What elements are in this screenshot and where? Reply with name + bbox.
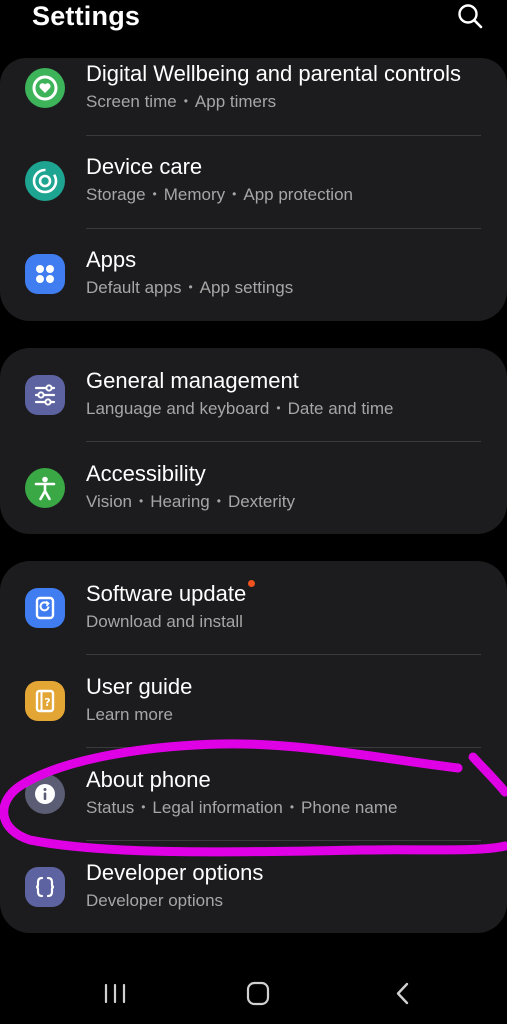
accessibility-icon: [25, 468, 65, 508]
settings-item-device-care[interactable]: Device care Storage • Memory • App protectio…: [0, 134, 507, 227]
digital-wellbeing-icon: [25, 68, 65, 108]
user-guide-icon: ?: [25, 681, 65, 721]
device-care-icon: [25, 161, 65, 201]
item-title: Accessibility: [86, 461, 206, 486]
search-icon[interactable]: [456, 2, 484, 30]
home-icon[interactable]: [236, 974, 280, 1014]
software-update-icon: [25, 588, 65, 628]
header: Settings: [0, 0, 507, 40]
update-badge: [248, 580, 256, 587]
item-subtitle: Screen time • App timers: [86, 92, 277, 111]
item-subtitle: Developer options: [86, 891, 224, 910]
item-subtitle: Vision • Hearing • Dexterity: [86, 492, 296, 511]
settings-group-2: General management Language and keyboard…: [0, 348, 507, 534]
settings-item-software-update[interactable]: Software update Download and install: [0, 561, 507, 654]
item-subtitle: Download and install: [86, 612, 243, 631]
apps-icon: [25, 254, 65, 294]
item-title: Apps: [86, 247, 137, 272]
settings-group-3: Software update Download and install ? U…: [0, 561, 507, 933]
item-subtitle: Language and keyboard • Date and time: [86, 399, 394, 418]
page-title: Settings: [32, 1, 141, 31]
navigation-bar: [0, 960, 507, 1024]
settings-group-1: Digital Wellbeing and parental controls …: [0, 58, 507, 321]
svg-text:?: ?: [44, 696, 50, 709]
settings-item-general-management[interactable]: General management Language and keyboard…: [0, 348, 507, 441]
item-subtitle: Status • Legal information • Phone name: [86, 798, 398, 817]
item-subtitle: Storage • Memory • App protection: [86, 185, 353, 204]
item-subtitle: Learn more: [86, 705, 173, 724]
recents-icon[interactable]: [93, 974, 137, 1014]
item-title: Developer options: [86, 860, 264, 885]
item-title: Digital Wellbeing and parental controls: [86, 61, 462, 86]
item-title: User guide: [86, 674, 193, 699]
item-title: General management: [86, 368, 299, 393]
settings-item-apps[interactable]: Apps Default apps • App settings: [0, 227, 507, 320]
back-icon[interactable]: [380, 974, 424, 1014]
item-subtitle: Default apps • App settings: [86, 278, 294, 297]
info-icon: [25, 774, 65, 814]
sliders-icon: [25, 375, 65, 415]
settings-item-about-phone[interactable]: About phone Status • Legal information • Pho…: [0, 747, 507, 840]
developer-options-icon: [25, 867, 65, 907]
settings-item-accessibility[interactable]: Accessibility Vision • Hearing • Dexterity: [0, 441, 507, 534]
settings-item-user-guide[interactable]: ? User guide Learn more: [0, 654, 507, 747]
item-title: Device care: [86, 154, 203, 179]
item-title: About phone: [86, 767, 211, 792]
settings-item-digital-wellbeing[interactable]: Digital Wellbeing and parental controls …: [0, 58, 507, 134]
settings-item-developer-options[interactable]: Developer options Developer options: [0, 840, 507, 933]
item-title: Software update: [86, 580, 256, 607]
